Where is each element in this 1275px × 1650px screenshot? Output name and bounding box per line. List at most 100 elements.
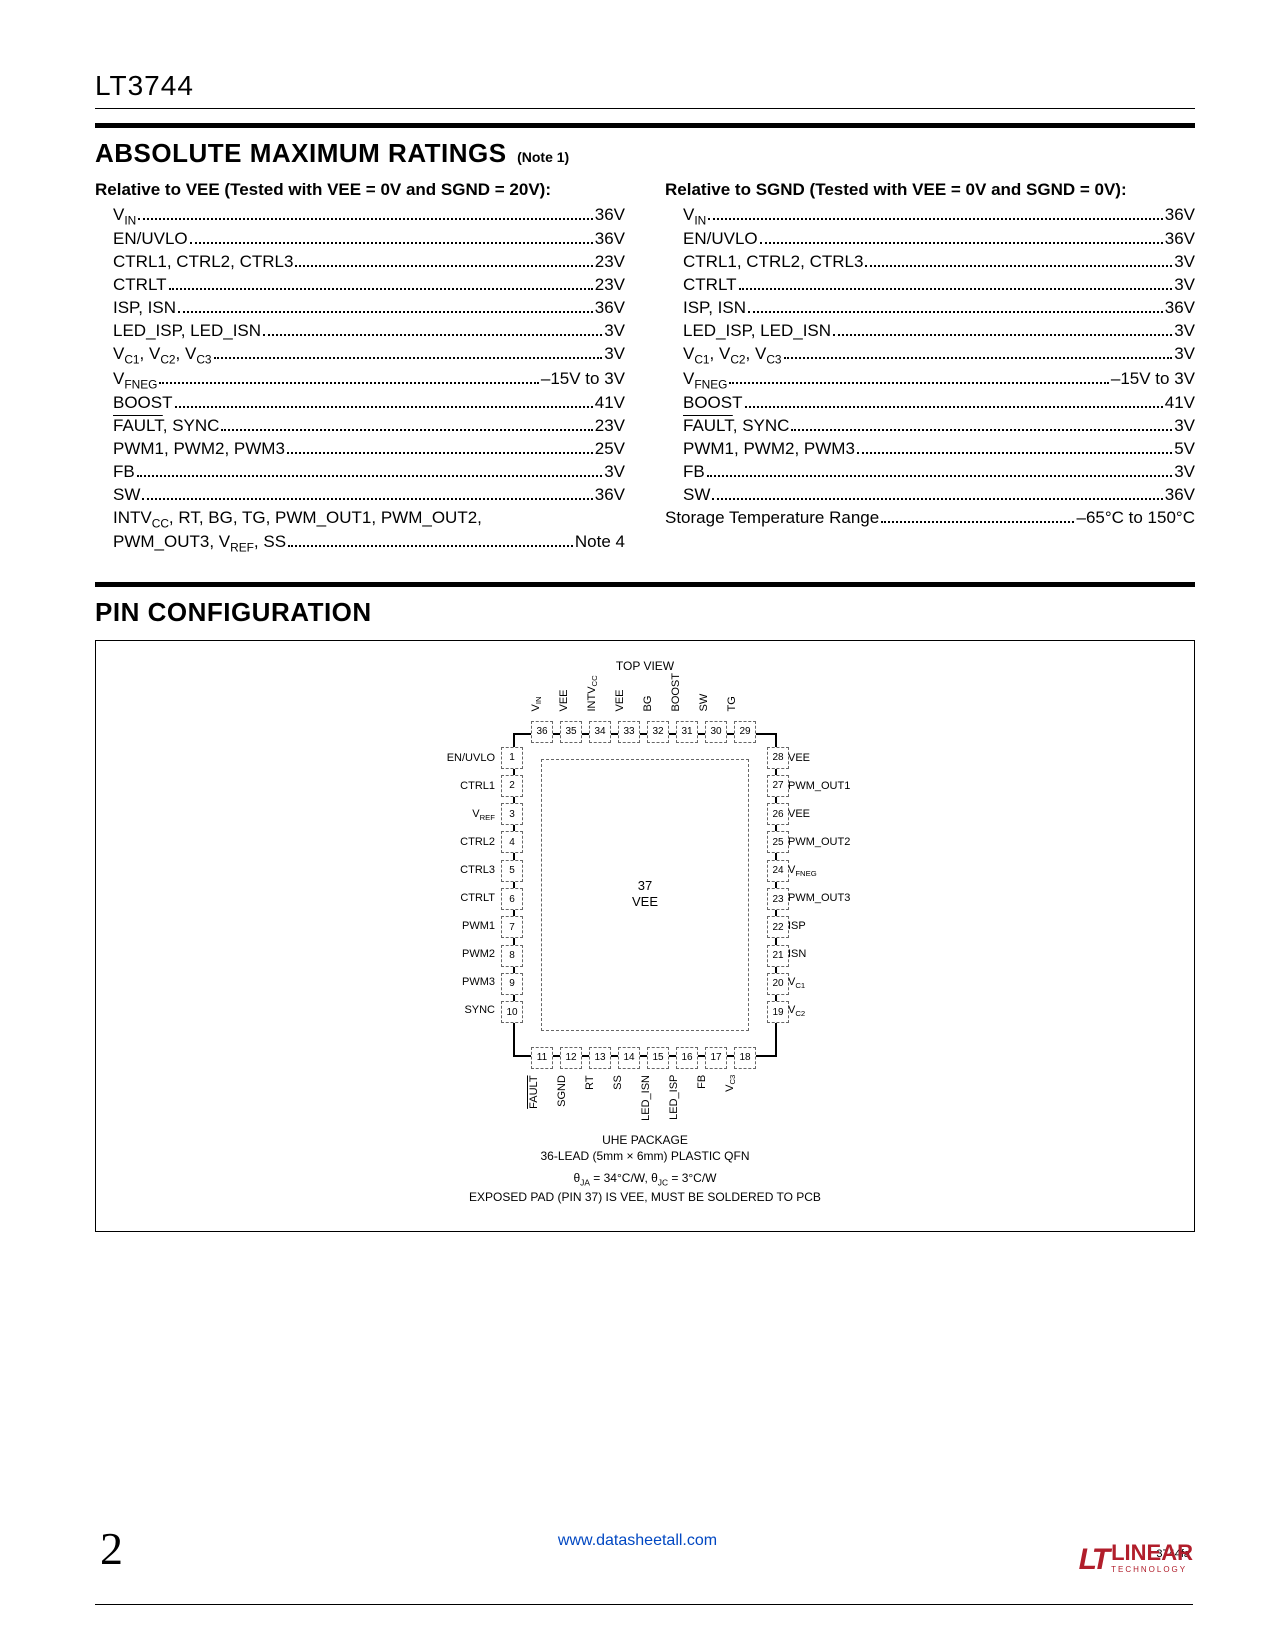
rating-row: EN/UVLO36V xyxy=(95,228,625,251)
rating-row: LED_ISP, LED_ISN3V xyxy=(95,320,625,343)
pin-number: 23 xyxy=(767,888,789,910)
section-note: (Note 1) xyxy=(517,149,569,165)
rating-row: VIN36V xyxy=(95,204,625,228)
rating-row: INTVCC, RT, BG, TG, PWM_OUT1, PWM_OUT2, xyxy=(95,507,625,531)
pin-number: 11 xyxy=(531,1047,553,1069)
pin-label: BOOST xyxy=(670,673,685,712)
page-number: 2 xyxy=(100,1522,123,1575)
pin-label: PWM2 xyxy=(435,946,495,963)
pin-number: 16 xyxy=(676,1047,698,1069)
col-header-vee: Relative to VEE (Tested with VEE = 0V an… xyxy=(95,179,625,202)
pin-label: SS xyxy=(612,1075,627,1121)
pin-label: BG xyxy=(642,673,657,712)
rating-row: SW36V xyxy=(665,484,1195,507)
rating-row: FAULT, SYNC3V xyxy=(665,415,1195,438)
rating-row: VFNEG–15V to 3V xyxy=(665,368,1195,392)
pin-number: 3 xyxy=(501,803,523,825)
pin-label: PWM_OUT2 xyxy=(788,834,870,851)
rating-row: VIN36V xyxy=(665,204,1195,228)
pin-number: 12 xyxy=(560,1047,582,1069)
section-title-pin-config: PIN CONFIGURATION xyxy=(95,597,372,628)
section-title-abs-max: ABSOLUTE MAXIMUM RATINGS xyxy=(95,138,507,169)
rating-row: Storage Temperature Range–65°C to 150°C xyxy=(665,507,1195,530)
die-pad-label: 37 VEE xyxy=(632,878,658,912)
pin-number: 15 xyxy=(647,1047,669,1069)
pin-number: 10 xyxy=(501,1001,523,1023)
pin-label: TG xyxy=(726,673,741,712)
part-number: LT3744 xyxy=(95,70,1195,102)
pin-label: FB xyxy=(696,1075,711,1121)
rating-row: VFNEG–15V to 3V xyxy=(95,368,625,392)
pin-label: VIN xyxy=(530,673,545,712)
rating-row: BOOST41V xyxy=(95,392,625,415)
rating-row: PWM_OUT3, VREF, SSNote 4 xyxy=(95,531,625,555)
pin-label: LED_ISN xyxy=(640,1075,655,1121)
pin-number: 17 xyxy=(705,1047,727,1069)
top-view-label: TOP VIEW xyxy=(96,659,1194,673)
logo-text: LINEAR xyxy=(1111,1540,1193,1565)
rating-row: VC1, VC2, VC33V xyxy=(665,343,1195,367)
pin-number: 29 xyxy=(734,721,756,743)
pin-number: 9 xyxy=(501,973,523,995)
pin-label: CTRLT xyxy=(435,890,495,907)
pin-number: 21 xyxy=(767,945,789,967)
pin-number: 18 xyxy=(734,1047,756,1069)
pin-number: 1 xyxy=(501,747,523,769)
rating-row: CTRL1, CTRL2, CTRL323V xyxy=(95,251,625,274)
rating-row: ISP, ISN36V xyxy=(95,297,625,320)
divider xyxy=(95,123,1195,128)
pin-number: 8 xyxy=(501,945,523,967)
pin-label: VC2 xyxy=(788,1002,870,1019)
rating-row: ISP, ISN36V xyxy=(665,297,1195,320)
pin-label: PWM_OUT1 xyxy=(788,778,870,795)
pin-number: 24 xyxy=(767,860,789,882)
rating-row: CTRLT3V xyxy=(665,274,1195,297)
pin-number: 14 xyxy=(618,1047,640,1069)
pin-label: VEE xyxy=(788,750,870,767)
pin-number: 25 xyxy=(767,831,789,853)
pin-number: 31 xyxy=(676,721,698,743)
rating-row: FAULT, SYNC23V xyxy=(95,415,625,438)
pin-label: INTVCC xyxy=(586,673,601,712)
pin-label: VC3 xyxy=(724,1075,739,1121)
pin-label: VREF xyxy=(435,806,495,823)
logo-subtext: TECHNOLOGY xyxy=(1111,1565,1193,1574)
pin-number: 6 xyxy=(501,888,523,910)
pin-label: CTRL1 xyxy=(435,778,495,795)
pin-number: 28 xyxy=(767,747,789,769)
logo-icon: LT xyxy=(1079,1543,1107,1577)
pin-number: 36 xyxy=(531,721,553,743)
pin-number: 34 xyxy=(589,721,611,743)
pin-label: ISP xyxy=(788,918,870,935)
pin-label: CTRL3 xyxy=(435,862,495,879)
linear-logo: LT LINEAR TECHNOLOGY xyxy=(1079,1543,1193,1577)
col-header-sgnd: Relative to SGND (Tested with VEE = 0V a… xyxy=(665,179,1195,202)
pin-label: PWM_OUT3 xyxy=(788,890,870,907)
pin-label: SGND xyxy=(556,1075,571,1121)
pin-number: 20 xyxy=(767,973,789,995)
pin-number: 2 xyxy=(501,775,523,797)
footer-url[interactable]: www.datasheetall.com xyxy=(558,1532,717,1550)
divider xyxy=(95,582,1195,587)
pin-number: 19 xyxy=(767,1001,789,1023)
pin-number: 4 xyxy=(501,831,523,853)
pin-number: 27 xyxy=(767,775,789,797)
rating-row: CTRL1, CTRL2, CTRL33V xyxy=(665,251,1195,274)
pin-number: 13 xyxy=(589,1047,611,1069)
package-info: UHE PACKAGE 36-LEAD (5mm × 6mm) PLASTIC … xyxy=(96,1132,1194,1205)
pin-label: SW xyxy=(698,673,713,712)
pin-label: ISN xyxy=(788,946,870,963)
divider xyxy=(95,108,1195,109)
pin-label: RT xyxy=(584,1075,599,1121)
rating-row: FB3V xyxy=(95,461,625,484)
pin-number: 22 xyxy=(767,916,789,938)
pin-number: 26 xyxy=(767,803,789,825)
pin-config-frame: TOP VIEW 37 VEE 12345678910 282726252423… xyxy=(95,640,1195,1232)
footer-rule xyxy=(95,1604,1193,1605)
pin-label: VC1 xyxy=(788,974,870,991)
pin-label: PWM3 xyxy=(435,974,495,991)
rating-row: PWM1, PWM2, PWM325V xyxy=(95,438,625,461)
rating-row: BOOST41V xyxy=(665,392,1195,415)
pin-number: 33 xyxy=(618,721,640,743)
pin-label: SYNC xyxy=(435,1002,495,1019)
